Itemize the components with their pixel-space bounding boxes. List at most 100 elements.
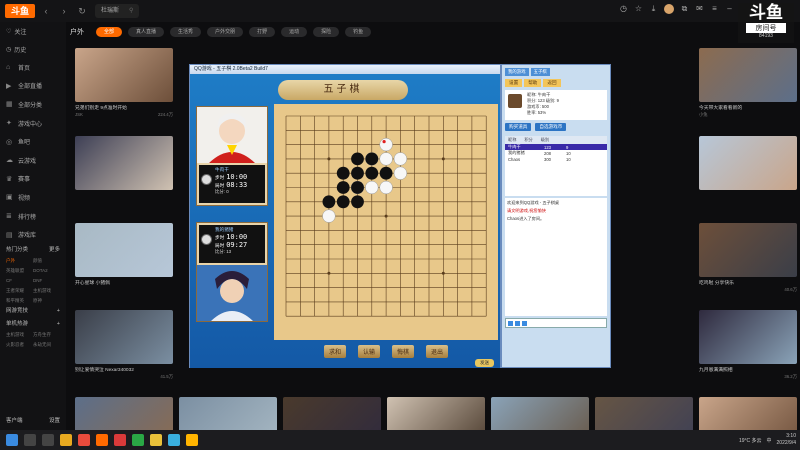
hot-category-item[interactable]: 主机游戏 bbox=[33, 287, 60, 295]
category-chip[interactable]: 真人直播 bbox=[128, 27, 165, 37]
single-game-item[interactable]: 方舟生存 bbox=[33, 331, 60, 339]
category-chip[interactable]: 全部 bbox=[96, 27, 123, 37]
section-hot-more[interactable]: 更多 bbox=[49, 244, 60, 257]
mail-icon[interactable]: ✉ bbox=[695, 4, 704, 13]
game-button[interactable]: 退出 bbox=[426, 344, 449, 358]
emoji-icon[interactable] bbox=[508, 320, 513, 326]
live-thumbnail[interactable] bbox=[75, 48, 173, 102]
weather-text[interactable]: 19°C 多云 bbox=[739, 437, 762, 444]
live-thumbnail[interactable] bbox=[75, 136, 173, 190]
panel-action-button[interactable]: 购买道具 bbox=[505, 123, 532, 131]
star-icon[interactable]: ☆ bbox=[634, 4, 643, 13]
category-chip[interactable]: 生活秀 bbox=[170, 27, 202, 37]
live-title[interactable]: 吃鸡啦 分享快乐 bbox=[699, 279, 797, 286]
live-title[interactable]: 今天带大家看看新的 bbox=[699, 104, 797, 111]
category-chip[interactable]: 钓鱼 bbox=[345, 27, 372, 37]
back-icon[interactable]: ‹ bbox=[39, 4, 53, 18]
gomoku-window-title[interactable]: QQ游戏 - 五子棋 2.0Beta2 Build7 bbox=[190, 65, 500, 74]
download-client[interactable]: 客户端 bbox=[6, 415, 23, 428]
sidebar-item-4[interactable]: ✦ 游戏中心 bbox=[0, 114, 66, 133]
live-tile[interactable]: 吃鸡啦 分享快乐 40.6万 bbox=[699, 223, 797, 293]
panel-menu-item[interactable]: 返回 bbox=[543, 79, 561, 87]
live-thumbnail[interactable] bbox=[75, 310, 173, 364]
live-thumbnail[interactable] bbox=[699, 223, 797, 277]
section-online-more[interactable]: + bbox=[57, 305, 60, 318]
list-header-cell[interactable]: 昵称 bbox=[508, 137, 516, 143]
live-title[interactable]: 开心星球 小猪佩 bbox=[75, 279, 173, 286]
sidebar-item-8[interactable]: ▣ 视频 bbox=[0, 188, 66, 207]
category-chip[interactable]: 探险 bbox=[313, 27, 340, 37]
game-button[interactable]: 悔棋 bbox=[392, 344, 415, 358]
app-icon-2[interactable] bbox=[114, 434, 126, 446]
panel-tab[interactable]: 五子棋 bbox=[530, 68, 550, 76]
sidebar-item-3[interactable]: ▦ 全部分类 bbox=[0, 95, 66, 114]
hot-category-item[interactable]: DNF bbox=[33, 277, 60, 285]
clock[interactable]: 3:10 2022/9/4 bbox=[777, 433, 796, 447]
app-icon-5[interactable] bbox=[168, 434, 180, 446]
sidebar-item-2[interactable]: ▶ 全部直播 bbox=[0, 77, 66, 96]
anchor-name[interactable]: 小兔 bbox=[699, 112, 708, 118]
hot-category-item[interactable]: 英雄联盟 bbox=[6, 267, 33, 275]
live-tile[interactable]: 兄弟们别走 9点准时开始 JSK 224.4万 bbox=[75, 48, 173, 118]
search-icon[interactable] bbox=[24, 434, 36, 446]
send-icon[interactable] bbox=[522, 320, 527, 326]
app-icon[interactable] bbox=[96, 434, 108, 446]
browser-tab[interactable]: 杜瑞斯 ⚲ bbox=[95, 4, 140, 18]
hot-category-item[interactable]: 王者荣耀 bbox=[6, 287, 33, 295]
refresh-icon[interactable]: ↻ bbox=[75, 4, 89, 18]
panel-tab[interactable]: 我的游戏 bbox=[505, 68, 529, 76]
sidebar-item-9[interactable]: ≣ 排行榜 bbox=[0, 207, 66, 226]
search-icon[interactable]: ⚲ bbox=[129, 8, 133, 14]
hot-category-item[interactable]: DOTA2 bbox=[33, 267, 60, 275]
sidebar-item-1[interactable]: ⌂ 首页 bbox=[0, 58, 66, 77]
anchor-name[interactable]: JSK bbox=[75, 112, 83, 118]
task-view-icon[interactable] bbox=[42, 434, 54, 446]
live-tile[interactable]: 九月恩满满照相 36.2万 bbox=[699, 310, 797, 380]
game-button[interactable]: 求和 bbox=[323, 344, 346, 358]
live-title[interactable]: 九月恩满满照相 bbox=[699, 366, 797, 373]
font-icon[interactable] bbox=[515, 320, 520, 326]
live-tile[interactable] bbox=[75, 136, 173, 193]
ime-indicator[interactable]: 中 bbox=[767, 437, 772, 444]
sidebar-item-5[interactable]: ◎ 鱼吧 bbox=[0, 132, 66, 151]
single-game-item[interactable]: 永劫无间 bbox=[33, 341, 60, 349]
gomoku-board[interactable] bbox=[274, 104, 498, 340]
game-button[interactable]: 认输 bbox=[357, 344, 380, 358]
menu-icon[interactable]: ≡ bbox=[710, 4, 719, 13]
live-tile[interactable]: 别让爱情哭泣 Nexar340032 41.5万 bbox=[75, 310, 173, 380]
panel-action-button[interactable]: 自选游戏币 bbox=[535, 123, 567, 131]
live-tile[interactable]: 今天带大家看看新的 小兔 bbox=[699, 48, 797, 118]
follow-row[interactable]: ♡ 关注 bbox=[0, 22, 66, 40]
category-chip[interactable]: 运动 bbox=[281, 27, 308, 37]
forward-icon[interactable]: › bbox=[57, 4, 71, 18]
qq-game-icon[interactable] bbox=[186, 434, 198, 446]
list-header-cell[interactable]: 积分 bbox=[524, 137, 532, 143]
section-single-more[interactable]: + bbox=[57, 318, 60, 331]
settings-link[interactable]: 设置 bbox=[49, 415, 60, 428]
panel-menu-item[interactable]: 设置 bbox=[505, 79, 523, 87]
minimize-icon[interactable]: – bbox=[725, 4, 734, 13]
live-tile[interactable]: 开心星球 小猪佩 bbox=[75, 223, 173, 287]
live-tile[interactable] bbox=[699, 136, 797, 193]
send-button[interactable]: 发送 bbox=[475, 359, 494, 367]
hot-category-item[interactable]: CF bbox=[6, 277, 33, 285]
category-chip[interactable]: 打野 bbox=[249, 27, 276, 37]
history-icon[interactable]: ◷ bbox=[619, 4, 628, 13]
explorer-icon[interactable] bbox=[60, 434, 72, 446]
hot-category-item[interactable]: 原神 bbox=[33, 297, 60, 305]
single-game-item[interactable]: 火影忍者 bbox=[6, 341, 33, 349]
shirt-icon[interactable]: ⧉ bbox=[680, 4, 689, 13]
panel-menu-item[interactable]: 帮助 bbox=[524, 79, 542, 87]
category-chip[interactable]: 户外交朋 bbox=[207, 27, 244, 37]
hot-category-item[interactable]: 和平精英 bbox=[6, 297, 33, 305]
chat-input[interactable] bbox=[505, 318, 607, 328]
douyu-logo[interactable]: 斗鱼 bbox=[5, 4, 35, 18]
chrome-icon[interactable] bbox=[78, 434, 90, 446]
live-thumbnail[interactable] bbox=[699, 136, 797, 190]
app-icon-4[interactable] bbox=[150, 434, 162, 446]
live-thumbnail[interactable] bbox=[699, 48, 797, 102]
live-title[interactable]: 兄弟们别走 9点准时开始 bbox=[75, 104, 173, 111]
user-avatar[interactable] bbox=[664, 4, 674, 14]
app-icon-3[interactable] bbox=[132, 434, 144, 446]
player-list-row[interactable]: Chaos 300 10 bbox=[505, 156, 607, 162]
